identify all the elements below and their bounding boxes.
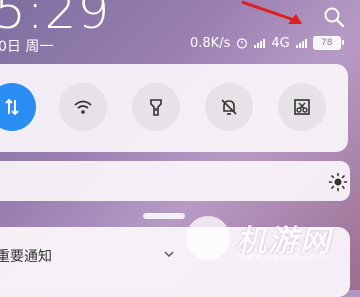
brightness-slider[interactable] [0, 161, 350, 201]
flashlight-icon [150, 99, 162, 116]
clock-time: 5:29 [0, 0, 111, 40]
notification-section-title: 重要通知 [0, 249, 52, 265]
chevron-down-icon[interactable] [163, 248, 175, 260]
alarm-icon [237, 38, 248, 49]
watermark-logo-icon [186, 216, 230, 260]
silent-toggle[interactable] [205, 83, 253, 131]
search-icon[interactable] [323, 6, 345, 28]
network-speed: 0.8K/s [190, 35, 231, 51]
mobile-data-icon [5, 98, 19, 116]
mobile-data-toggle[interactable] [0, 83, 36, 131]
quick-toggles-panel [0, 64, 348, 152]
battery-icon: 78 [312, 36, 344, 50]
sun-icon [328, 172, 348, 192]
flashlight-toggle[interactable] [132, 83, 180, 131]
screenshot-icon [294, 99, 310, 115]
date-label: 0日 周一 [0, 39, 54, 55]
network-type: 4G [271, 35, 290, 51]
screenshot-toggle[interactable] [278, 83, 326, 131]
status-indicators: 0.8K/s 4G 78 [190, 35, 344, 51]
watermark: 机游网 www.jiyouw.com [176, 212, 356, 272]
bell-off-icon [221, 99, 237, 115]
wifi-icon [74, 100, 92, 114]
red-arrow-annotation [241, 0, 302, 24]
signal-icon [254, 38, 266, 48]
wifi-toggle[interactable] [59, 83, 107, 131]
signal-icon-secondary [295, 38, 307, 48]
watermark-url: www.jiyouw.com [238, 252, 327, 262]
